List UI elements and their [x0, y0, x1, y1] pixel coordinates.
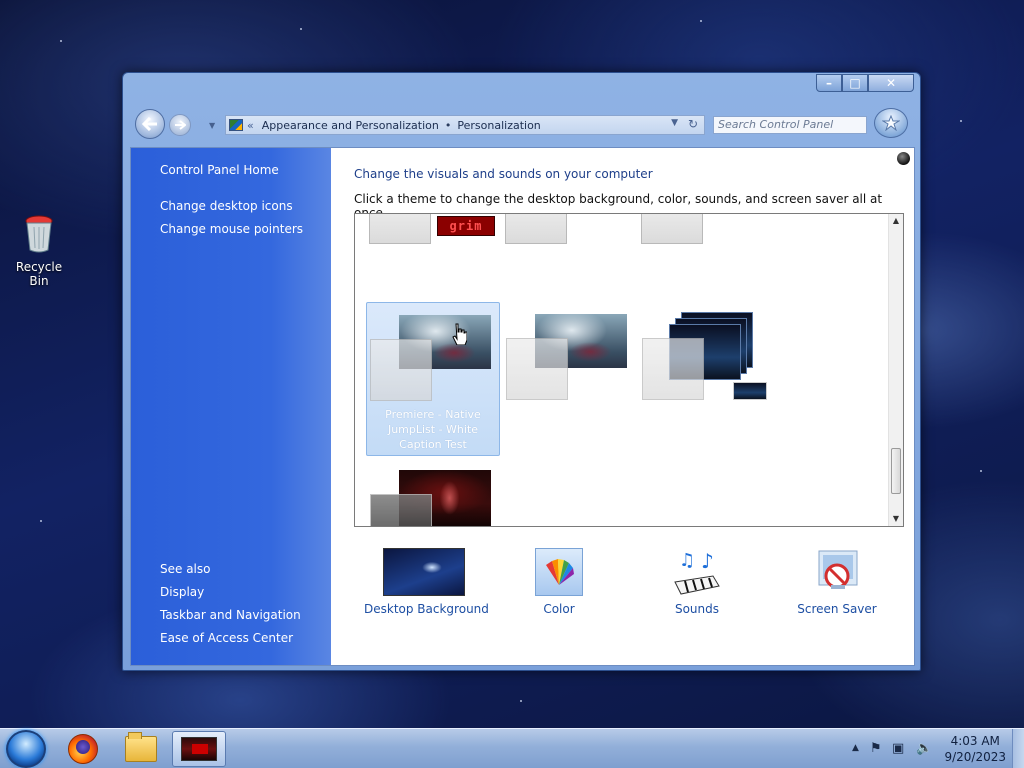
minimize-button[interactable]: –	[816, 74, 842, 92]
help-icon[interactable]	[897, 152, 910, 165]
system-tray: ▲ ⚑ ▣ 🔈 4:03 AM 9/20/2023	[844, 729, 1024, 768]
scroll-thumb[interactable]	[891, 448, 901, 494]
sounds-label: Sounds	[674, 602, 720, 616]
theme-color-swatch	[641, 214, 703, 244]
firefox-icon	[68, 734, 98, 764]
theme-color-swatch	[642, 338, 704, 400]
theme-tile[interactable]	[369, 470, 493, 526]
recent-pages-dropdown[interactable]: ▼	[209, 121, 215, 130]
theme-tile[interactable]: grim	[369, 214, 499, 246]
breadcrumb-appearance[interactable]: Appearance and Personalization	[262, 119, 439, 132]
screen-saver-label: Screen Saver	[797, 602, 877, 616]
screen-saver-option[interactable]: Screen Saver	[787, 548, 887, 616]
color-label: Color	[543, 602, 575, 616]
theme-options: Desktop Background Color ♫ ♪ Sounds Scre…	[331, 548, 891, 628]
control-panel-icon	[229, 119, 243, 131]
forward-button[interactable]	[169, 114, 191, 136]
taskbar-navigation-link[interactable]: Taskbar and Navigation	[160, 608, 301, 622]
desktop-background-option[interactable]: Desktop Background	[364, 548, 489, 616]
address-dropdown-icon[interactable]: ▼	[671, 118, 678, 128]
recycle-bin-desktop-icon[interactable]: Recycle Bin	[8, 214, 70, 288]
screen-saver-icon	[818, 550, 858, 589]
sidebar: Control Panel Home Change desktop icons …	[131, 148, 331, 665]
address-bar[interactable]: « Appearance and Personalization • Perso…	[225, 115, 705, 135]
maximize-button[interactable]: □	[842, 74, 868, 92]
personalization-taskbar-button[interactable]	[172, 731, 226, 767]
svg-text:♫: ♫	[679, 550, 695, 571]
theme-tile[interactable]	[505, 314, 629, 404]
svg-text:♪: ♪	[701, 549, 714, 573]
caption-buttons: – □ ✕	[816, 74, 914, 92]
theme-tile[interactable]	[505, 214, 569, 246]
see-also-heading: See also	[160, 562, 211, 576]
main-pane: Change the visuals and sounds on your co…	[331, 148, 914, 665]
taskbar: ▲ ⚑ ▣ 🔈 4:03 AM 9/20/2023	[0, 728, 1024, 768]
breadcrumb-personalization[interactable]: Personalization	[457, 119, 540, 132]
clock-date: 9/20/2023	[944, 750, 1006, 764]
change-mouse-pointers-link[interactable]: Change mouse pointers	[160, 222, 303, 236]
volume-icon[interactable]: 🔈	[916, 741, 932, 756]
theme-color-swatch	[506, 338, 568, 400]
refresh-icon[interactable]: ↻	[688, 117, 698, 131]
theme-tile[interactable]	[641, 310, 771, 404]
file-explorer-icon	[125, 732, 157, 762]
theme-color-swatch	[370, 339, 432, 401]
scroll-down-icon[interactable]: ▼	[889, 512, 903, 526]
file-explorer-taskbar-button[interactable]	[114, 731, 168, 767]
close-button[interactable]: ✕	[868, 74, 914, 92]
back-arrow-icon	[142, 117, 157, 131]
hand-cursor-icon	[452, 323, 467, 345]
theme-tile[interactable]	[641, 214, 705, 246]
theme-color-swatch	[369, 214, 431, 244]
ease-of-access-link[interactable]: Ease of Access Center	[160, 631, 293, 645]
search-orb-star-icon	[882, 115, 900, 131]
search-input[interactable]: Search Control Panel	[713, 116, 867, 134]
theme-color-swatch	[505, 214, 567, 244]
recycle-bin-icon	[25, 215, 53, 253]
scroll-up-icon[interactable]: ▲	[889, 214, 903, 228]
change-desktop-icons-link[interactable]: Change desktop icons	[160, 199, 293, 213]
color-option[interactable]: Color	[517, 548, 601, 616]
firefox-taskbar-button[interactable]	[56, 731, 110, 767]
network-icon[interactable]: ▣	[892, 741, 904, 756]
color-fan-icon	[546, 559, 574, 585]
address-chevron[interactable]: «	[247, 119, 254, 132]
control-panel-home-link[interactable]: Control Panel Home	[160, 163, 279, 177]
personalization-window: – □ ✕ ▼ « Appearance and Personalization…	[122, 72, 921, 671]
back-button[interactable]	[135, 109, 165, 139]
clock-time: 4:03 AM	[950, 734, 1000, 748]
window-content: Control Panel Home Change desktop icons …	[130, 147, 915, 666]
desktop-background-thumbnail	[383, 548, 465, 596]
clock[interactable]: 4:03 AM 9/20/2023	[944, 733, 1006, 765]
show-desktop-button[interactable]	[1012, 729, 1024, 768]
display-link[interactable]: Display	[160, 585, 204, 599]
search-icon[interactable]	[874, 108, 908, 138]
mini-preview	[733, 382, 767, 400]
color-tile	[535, 548, 583, 596]
breadcrumb-separator[interactable]: •	[445, 119, 452, 132]
grim-logo: grim	[437, 216, 495, 236]
theme-tile-selected[interactable]: Premiere - Native JumpList - White Capti…	[366, 302, 500, 456]
theme-list[interactable]: grim Premiere - Native JumpList - White …	[354, 213, 904, 527]
theme-label: Premiere - Native JumpList - White Capti…	[385, 408, 481, 451]
show-hidden-icons[interactable]: ▲	[852, 743, 859, 753]
navigation-bar: ▼ « Appearance and Personalization • Per…	[133, 107, 910, 141]
theme-list-scrollbar[interactable]: ▲ ▼	[888, 214, 903, 526]
sounds-option[interactable]: ♫ ♪ Sounds	[647, 548, 747, 616]
recycle-bin-label: Recycle Bin	[15, 260, 63, 288]
theme-color-swatch	[370, 494, 432, 526]
desktop-background-label: Desktop Background	[364, 602, 489, 616]
page-title: Change the visuals and sounds on your co…	[354, 167, 653, 181]
forward-arrow-icon	[175, 120, 186, 130]
sounds-keyboard-icon: ♫ ♪	[674, 549, 720, 595]
personalization-app-icon	[181, 737, 217, 761]
action-center-flag-icon[interactable]: ⚑	[870, 741, 882, 756]
start-orb[interactable]	[6, 730, 46, 768]
